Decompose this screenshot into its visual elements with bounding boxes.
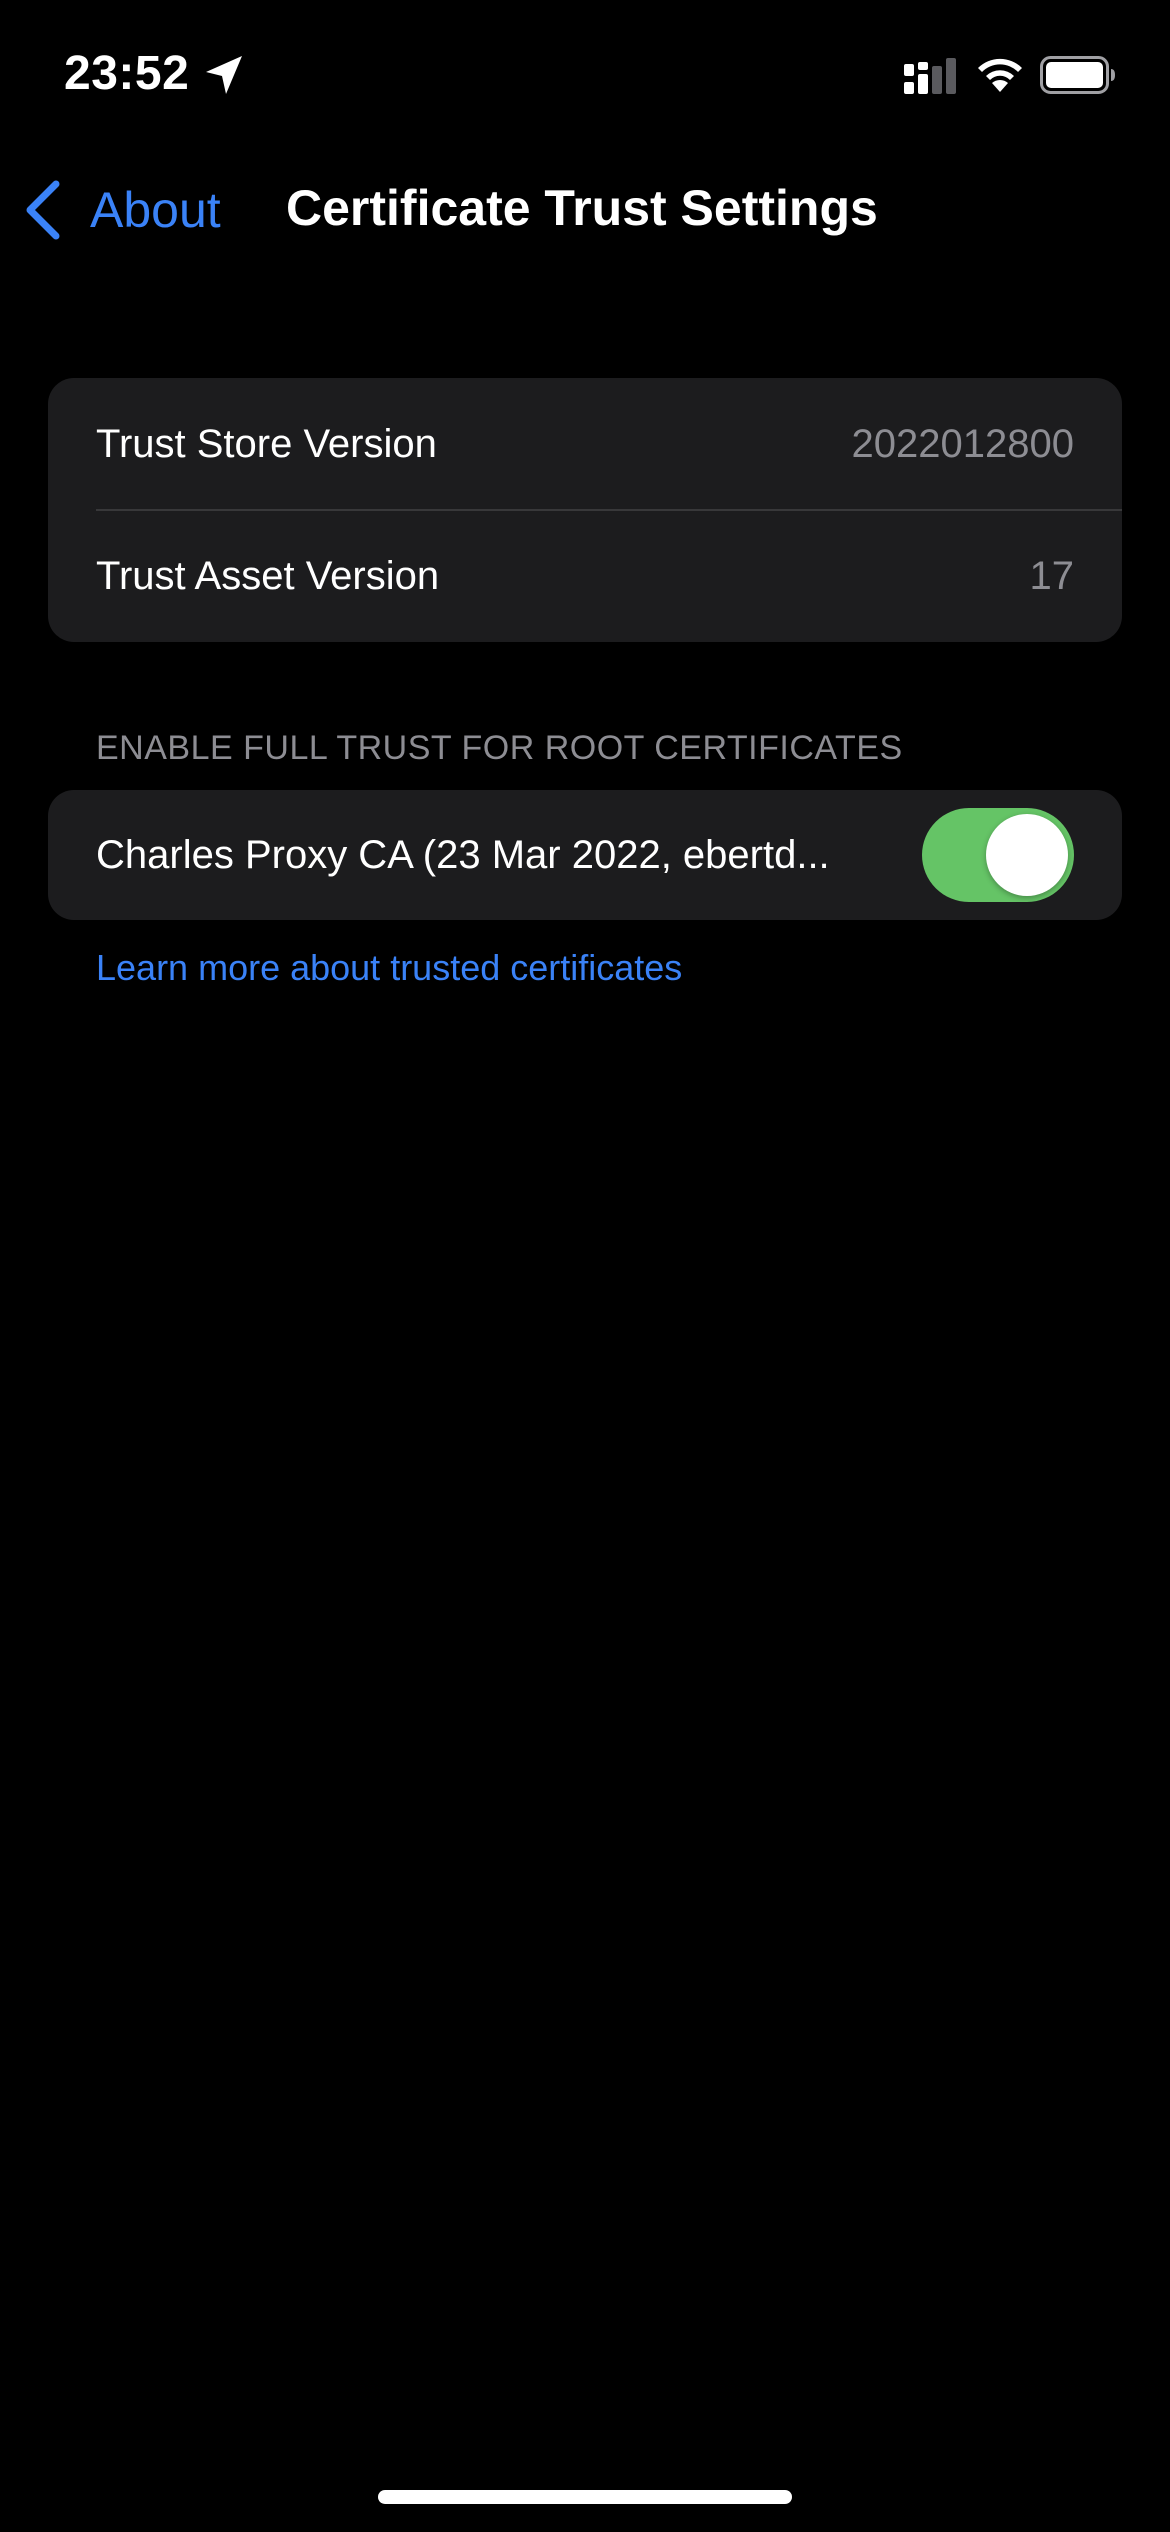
versions-group: Trust Store Version 2022012800 Trust Ass… (48, 378, 1122, 642)
screen: 23:52 About Certificate Trust Settings T… (0, 0, 1170, 2532)
cellular-signal-icon (904, 58, 956, 94)
certificates-group: Charles Proxy CA (23 Mar 2022, ebertd... (48, 790, 1122, 920)
status-bar: 23:52 (0, 0, 1170, 150)
certificate-row: Charles Proxy CA (23 Mar 2022, ebertd... (48, 790, 1122, 920)
home-indicator[interactable] (378, 2490, 792, 2504)
toggle-knob (986, 814, 1068, 896)
location-arrow-icon (206, 56, 242, 94)
row-value: 2022012800 (851, 421, 1074, 466)
trust-store-version-row: Trust Store Version 2022012800 (48, 378, 1122, 511)
trust-asset-version-row: Trust Asset Version 17 (48, 510, 1122, 642)
learn-more-link[interactable]: Learn more about trusted certificates (96, 944, 682, 992)
section-header: ENABLE FULL TRUST FOR ROOT CERTIFICATES (96, 729, 903, 767)
row-label: Trust Store Version (96, 421, 437, 466)
chevron-left-icon (26, 180, 60, 240)
certificate-label: Charles Proxy CA (23 Mar 2022, ebertd... (96, 832, 830, 877)
status-time: 23:52 (64, 47, 190, 100)
row-label: Trust Asset Version (96, 553, 440, 598)
page-title: Certificate Trust Settings (286, 180, 878, 236)
back-label: About (90, 182, 221, 238)
trust-toggle[interactable] (922, 808, 1074, 902)
row-value: 17 (1029, 553, 1075, 598)
battery-icon (1040, 56, 1115, 94)
back-button[interactable]: About (22, 170, 221, 250)
wifi-icon (978, 58, 1022, 92)
